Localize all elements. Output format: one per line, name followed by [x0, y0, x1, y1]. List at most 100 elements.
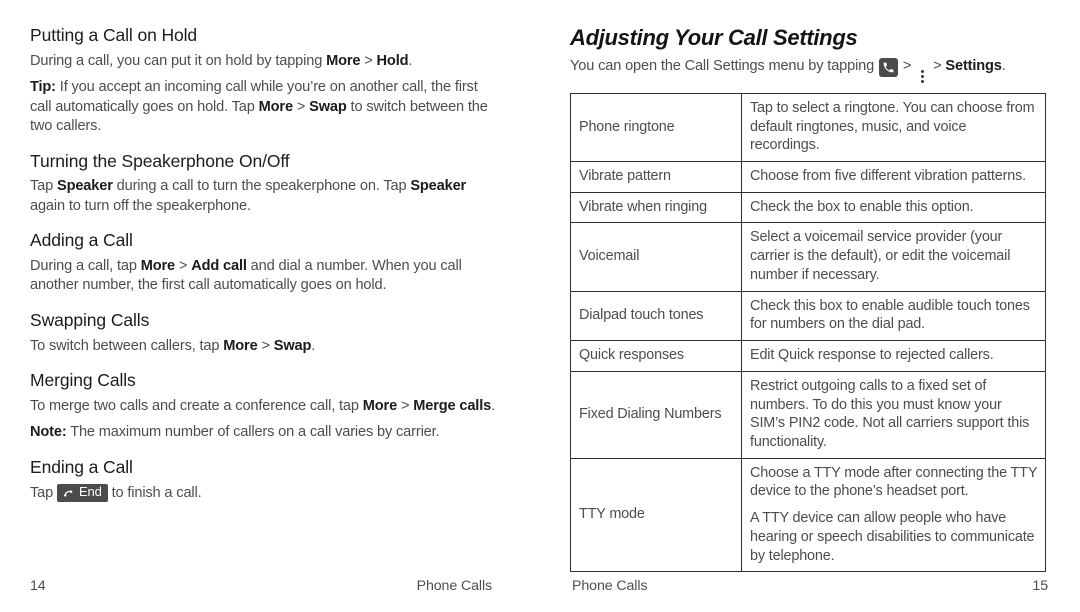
setting-description: Restrict outgoing calls to a fixed set o… [741, 370, 1046, 459]
description-paragraph: Restrict outgoing calls to a fixed set o… [750, 377, 1030, 450]
page-number-right: 15 [1032, 578, 1048, 594]
text-fragment: to finish a call. [107, 484, 202, 501]
paragraph-open-call-settings: You can open the Call Settings menu by t… [570, 57, 1048, 86]
heading-putting-a-call-on-hold: Putting a Call on Hold [30, 25, 198, 45]
table-row: Quick responses Edit Quick response to r… [570, 340, 1046, 372]
document-spread: Putting a Call on Hold During a call, yo… [0, 0, 1080, 612]
setting-description: Tap to select a ringtone. You can choose… [741, 92, 1046, 163]
dot [920, 70, 924, 74]
phone-icon[interactable] [879, 58, 899, 78]
end-call-icon [61, 486, 74, 499]
call-settings-table-body: Phone ringtone Tap to select a ringtone.… [570, 92, 1046, 573]
text-fragment: . [408, 52, 413, 69]
label-note: Note: [30, 424, 67, 441]
ui-term-merge-calls: Merge calls [413, 398, 492, 415]
chapter-label-left: Phone Calls [416, 578, 493, 594]
setting-name: TTY mode [570, 457, 742, 573]
footer-right-page: Phone Calls 15 [540, 578, 1080, 594]
dot [920, 75, 924, 79]
vertical-dots-icon[interactable] [916, 68, 928, 86]
footer-left-page: 14 Phone Calls [0, 578, 540, 594]
ui-term-settings: Settings [945, 58, 1002, 75]
table-row: Phone ringtone Tap to select a ringtone.… [570, 92, 1046, 163]
heading-adjusting-your-call-settings: Adjusting Your Call Settings [570, 25, 858, 50]
heading-swapping-calls: Swapping Calls [30, 309, 150, 330]
heading-adding-a-call: Adding a Call [30, 230, 133, 251]
text-fragment: Tap [30, 484, 57, 501]
table-row: Voicemail Select a voicemail service pro… [570, 222, 1046, 292]
separator-gt: > [292, 98, 310, 115]
paragraph-hold-tip: Tip: If you accept an incoming call whil… [30, 78, 500, 136]
heading-turning-speakerphone-on-off: Turning the Speakerphone On/Off [30, 150, 290, 171]
setting-description: Check this box to enable audible touch t… [741, 290, 1046, 342]
text-fragment: The maximum number of callers on a call … [66, 424, 440, 441]
page-right: Adjusting Your Call Settings You can ope… [540, 0, 1080, 612]
call-settings-table: Phone ringtone Tap to select a ringtone.… [570, 92, 1046, 573]
paragraph-merging-calls: To merge two calls and create a conferen… [30, 397, 500, 416]
paragraph-ending-a-call: Tap End to finish a call. [30, 483, 500, 503]
dot [920, 80, 924, 84]
table-row: Fixed Dialing Numbers Restrict outgoing … [570, 370, 1046, 459]
separator-gt: > [175, 258, 192, 275]
separator-gt: > [360, 52, 377, 69]
description-paragraph: Check the box to enable this option. [750, 198, 974, 215]
ui-term-add-call: Add call [191, 258, 247, 275]
page-number-left: 14 [30, 578, 46, 594]
setting-description: Choose from five different vibration pat… [741, 161, 1046, 193]
table-row: Vibrate pattern Choose from five differe… [570, 161, 1046, 193]
setting-name: Dialpad touch tones [570, 290, 742, 342]
label-tip: Tip: [30, 79, 56, 96]
separator-gt: > [397, 398, 414, 415]
text-fragment: To merge two calls and create a conferen… [30, 398, 363, 415]
text-fragment: . [311, 337, 316, 354]
setting-name: Phone ringtone [570, 92, 742, 163]
table-row: Dialpad touch tones Check this box to en… [570, 290, 1046, 342]
ui-term-speaker: Speaker [56, 178, 113, 195]
text-fragment: . [491, 398, 495, 415]
setting-name: Vibrate pattern [570, 161, 742, 193]
paragraph-merge-note: Note: The maximum number of callers on a… [30, 423, 500, 442]
ui-term-more: More [362, 398, 398, 415]
ui-term-more: More [223, 337, 258, 354]
footer-spacer [46, 578, 417, 594]
ui-term-swap: Swap [309, 98, 347, 115]
separator-gt: > [257, 337, 274, 354]
chapter-label-right: Phone Calls [572, 578, 648, 594]
paragraph-swapping-calls: To switch between callers, tap More > Sw… [30, 337, 500, 356]
paragraph-speakerphone: Tap Speaker during a call to turn the sp… [30, 177, 500, 216]
heading-ending-a-call: Ending a Call [30, 456, 133, 477]
text-fragment: To switch between callers, tap [30, 337, 224, 354]
text-fragment: during a call to turn the speakerphone o… [112, 178, 411, 195]
text-fragment: During a call, tap [30, 258, 141, 275]
separator-gt: > [929, 58, 946, 75]
setting-name: Voicemail [570, 222, 742, 292]
ui-term-more: More [326, 52, 361, 69]
footer-spacer [647, 578, 1032, 594]
setting-description: Select a voicemail service provider (you… [741, 222, 1046, 292]
page-left: Putting a Call on Hold During a call, yo… [0, 0, 540, 612]
ui-term-more: More [258, 98, 293, 115]
description-paragraph: Select a voicemail service provider (you… [750, 229, 1011, 283]
text-fragment: Tap [30, 178, 57, 195]
table-row: Vibrate when ringing Check the box to en… [570, 191, 1046, 224]
separator-gt: > [899, 58, 916, 75]
end-call-label: End [78, 483, 102, 499]
description-paragraph: Choose from five different vibration pat… [750, 168, 1026, 185]
setting-description: Edit Quick response to rejected callers. [741, 340, 1046, 372]
paragraph-put-on-hold: During a call, you can put it on hold by… [30, 52, 500, 71]
end-call-button[interactable]: End [56, 483, 108, 502]
setting-name: Fixed Dialing Numbers [570, 370, 742, 459]
text-fragment: again to turn off the speakerphone. [30, 197, 251, 214]
ui-term-hold: Hold [376, 52, 409, 69]
table-row: TTY mode Choose a TTY mode after connect… [570, 457, 1046, 573]
paragraph-adding-a-call: During a call, tap More > Add call and d… [30, 257, 500, 296]
setting-description: Check the box to enable this option. [741, 191, 1046, 224]
ui-term-more: More [140, 258, 175, 275]
setting-name: Quick responses [570, 340, 742, 372]
description-paragraph: Check this box to enable audible touch t… [750, 297, 1030, 333]
ui-term-swap: Swap [273, 337, 312, 354]
text-fragment: . [1001, 58, 1006, 75]
setting-name: Vibrate when ringing [570, 191, 742, 224]
ui-term-speaker: Speaker [410, 178, 467, 195]
text-fragment: During a call, you can put it on hold by… [30, 52, 327, 69]
